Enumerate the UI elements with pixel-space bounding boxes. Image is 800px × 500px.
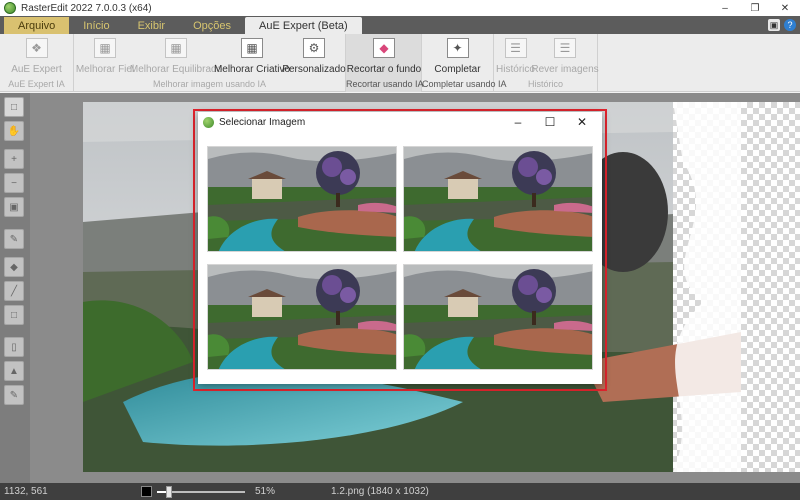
eraser-icon: ◆ [373,38,395,58]
group-aue-expert-ia: ❖ AuE Expert AuE Expert IA [0,34,74,92]
group-historico: ☰ Histórico ☰ Rever imagens Histórico [494,34,599,92]
app-logo-icon [4,2,16,14]
ruler-icon[interactable]: ╱ [4,281,24,301]
settings-image-icon: ⚙ [303,38,325,58]
tool-strip: □ ✋ + − ▣ ✎ ◆ ╱ □ ▯ ▲ ✎ [0,93,30,483]
personalizado-button[interactable]: ⚙ Personalizado [282,34,346,80]
garden-thumbnail [404,147,592,251]
garden-thumbnail [404,265,592,369]
zoom-percent: 51% [255,486,276,497]
thumbnail-option-3[interactable] [207,264,397,370]
title-bar: RasterEdit 2022 7.0.0.3 (x64) – ❐ ✕ [0,0,800,16]
melhorar-equilibrado-button[interactable]: ▦ Melhorar Equilibrado [130,34,222,80]
tab-exibir[interactable]: Exibir [124,17,180,34]
rever-imagens-button[interactable]: ☰ Rever imagens [531,34,599,80]
dialog-title-bar: Selecionar Imagem – ☐ ✕ [198,112,602,132]
aue-expert-button[interactable]: ❖ AuE Expert [2,34,71,80]
zoom-slider[interactable] [157,486,245,498]
thumbnail-option-2[interactable] [403,146,593,252]
stamp-icon[interactable]: ▲ [4,361,24,381]
dialog-maximize-button[interactable]: ☐ [534,112,566,132]
tab-inicio[interactable]: Início [69,17,123,34]
zoom-in-icon[interactable]: + [4,149,24,169]
historico-button[interactable]: ☰ Histórico [496,34,535,80]
quick-access: ▣ ? [768,19,796,31]
restore-button[interactable]: ❐ [740,0,770,16]
image-icon: ▦ [94,38,116,58]
garden-thumbnail [208,147,396,251]
dialog-minimize-button[interactable]: – [502,112,534,132]
magic-wand-icon: ✦ [446,38,469,58]
fit-screen-icon[interactable]: ▣ [4,197,24,217]
file-info: 1.2.png (1840 x 1032) [331,486,429,497]
group-melhorar-imagem: ▦ Melhorar Fiel ▦ Melhorar Equilibrado ▦… [74,34,346,92]
magic-pen-icon[interactable]: ✎ [4,385,24,405]
image-icon: ▦ [241,38,263,58]
crop-icon[interactable]: □ [4,305,24,325]
close-button[interactable]: ✕ [770,0,800,16]
help-icon[interactable]: ? [784,19,796,31]
app-title: RasterEdit 2022 7.0.0.3 (x64) [21,2,152,14]
zoom-out-icon[interactable]: − [4,173,24,193]
app-logo-icon [203,116,214,128]
ribbon: ❖ AuE Expert AuE Expert IA ▦ Melhorar Fi… [0,34,800,92]
minimize-button[interactable]: – [710,0,740,16]
melhorar-criativo-button[interactable]: ▦ Melhorar Criativo [214,34,290,80]
dialog-close-button[interactable]: ✕ [566,112,598,132]
melhorar-fiel-button[interactable]: ▦ Melhorar Fiel [76,34,134,80]
thumbnail-option-1[interactable] [207,146,397,252]
garden-thumbnail [208,265,396,369]
save-icon[interactable]: ▣ [768,19,780,31]
group-completar: ✦ Completar Completar usando IA [422,34,507,92]
eraser-tool-icon[interactable]: ◆ [4,257,24,277]
select-tool-icon[interactable]: □ [4,97,24,117]
image-icon: ▦ [165,38,187,58]
ribbon-tab-bar: Arquivo Início Exibir Opções AuE Expert … [0,16,800,34]
select-image-dialog: Selecionar Imagem – ☐ ✕ [198,112,602,384]
review-icon: ☰ [554,38,576,58]
color-swatch[interactable] [141,486,152,497]
eyedropper-icon[interactable]: ✎ [4,229,24,249]
tab-aue-expert[interactable]: AuE Expert (Beta) [245,17,362,34]
dialog-title: Selecionar Imagem [219,116,306,128]
zoom-slider-thumb[interactable] [166,486,172,498]
dialog-window-controls: – ☐ ✕ [502,112,598,132]
hand-icon[interactable]: ✋ [4,121,24,141]
history-icon: ☰ [504,38,527,58]
perspective-icon[interactable]: ▯ [4,337,24,357]
thumbnail-option-4[interactable] [403,264,593,370]
completar-button[interactable]: ✦ Completar [424,34,491,80]
tab-opcoes[interactable]: Opções [179,17,245,34]
transparent-area [741,102,800,472]
cursor-coords: 1132, 561 [4,486,48,497]
recortar-fundo-button[interactable]: ◆ Recortar o fundo [347,34,421,80]
zoom-slider-fill [157,491,166,493]
status-bar: 1132, 561 51% 1.2.png (1840 x 1032) [0,483,800,500]
expert-icon: ❖ [25,38,48,58]
tab-arquivo[interactable]: Arquivo [4,17,70,34]
window-controls: – ❐ ✕ [710,0,800,16]
group-recortar: ◆ Recortar o fundo Recortar usando IA [346,34,424,92]
